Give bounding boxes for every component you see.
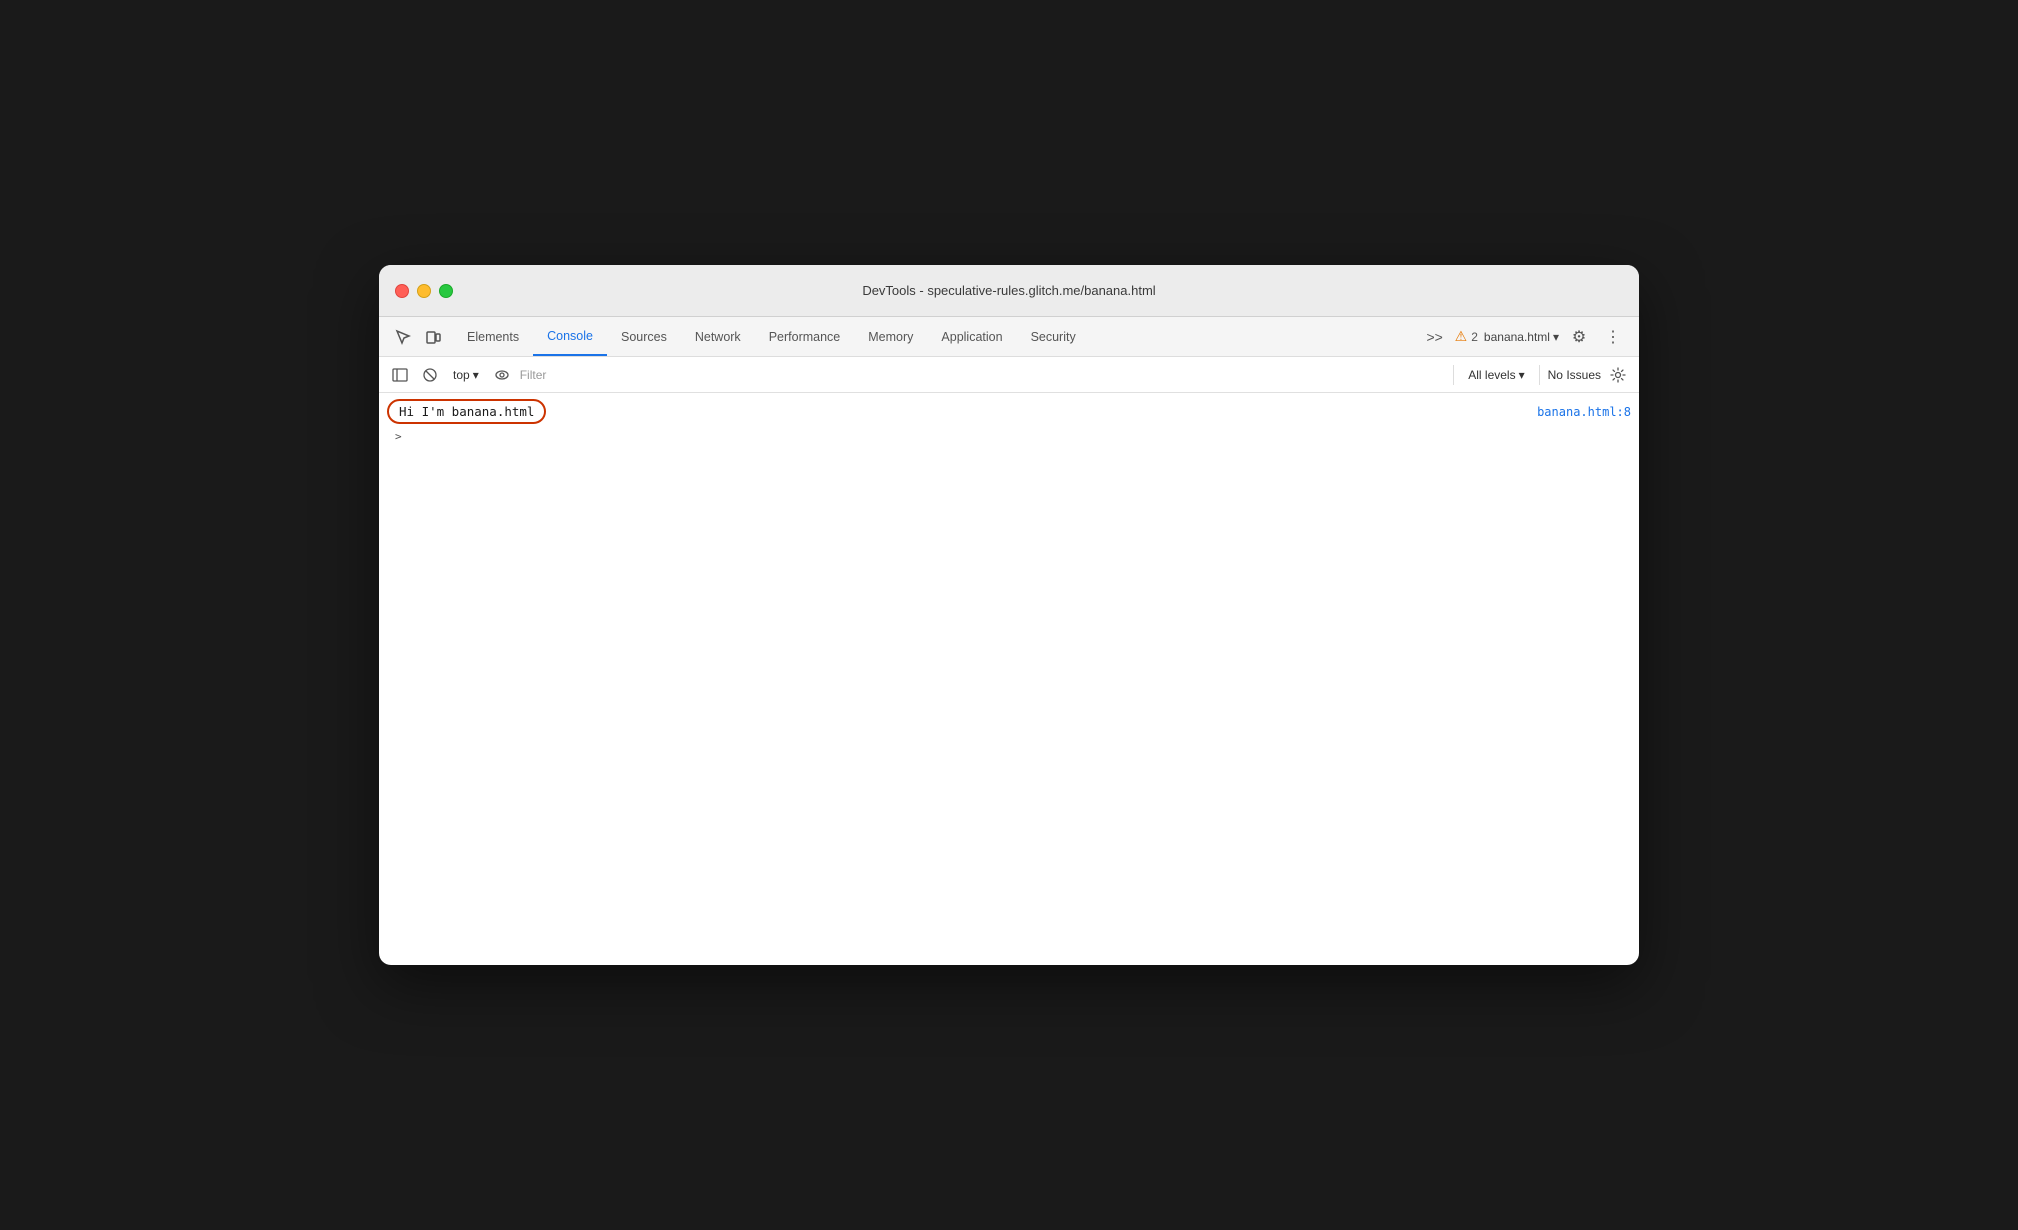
- context-arrow-icon: ▾: [473, 368, 479, 382]
- more-tabs-button[interactable]: >>: [1421, 323, 1449, 351]
- tab-performance[interactable]: Performance: [755, 317, 855, 356]
- console-source-link[interactable]: banana.html:8: [1537, 405, 1631, 419]
- console-body: Hi I'm banana.html banana.html:8 >: [379, 393, 1639, 965]
- tab-elements[interactable]: Elements: [453, 317, 533, 356]
- sidebar-toggle-button[interactable]: [387, 362, 413, 388]
- tab-application[interactable]: Application: [927, 317, 1016, 356]
- file-selector[interactable]: banana.html ▾: [1484, 330, 1559, 344]
- settings-button[interactable]: ⚙: [1565, 323, 1593, 351]
- device-toolbar-icon[interactable]: [419, 323, 447, 351]
- levels-arrow-icon: ▾: [1519, 368, 1525, 382]
- levels-selector[interactable]: All levels ▾: [1462, 366, 1530, 384]
- close-button[interactable]: [395, 284, 409, 298]
- no-issues-label: No Issues: [1548, 368, 1601, 382]
- console-settings-button[interactable]: [1605, 362, 1631, 388]
- warning-icon: ⚠: [1455, 328, 1468, 345]
- title-bar: DevTools - speculative-rules.glitch.me/b…: [379, 265, 1639, 317]
- toolbar-divider-2: [1539, 365, 1540, 385]
- inspect-element-icon[interactable]: [389, 323, 417, 351]
- console-toolbar: top ▾ All levels ▾ No Issues: [379, 357, 1639, 393]
- expand-row: >: [379, 426, 1639, 447]
- filter-input[interactable]: [520, 368, 1445, 382]
- window-title: DevTools - speculative-rules.glitch.me/b…: [862, 283, 1155, 298]
- toolbar-divider: [1453, 365, 1454, 385]
- devtools-window: DevTools - speculative-rules.glitch.me/b…: [379, 265, 1639, 965]
- more-vert-icon: ⋮: [1605, 327, 1621, 347]
- maximize-button[interactable]: [439, 284, 453, 298]
- console-log-text: Hi I'm banana.html: [387, 399, 546, 424]
- more-options-button[interactable]: ⋮: [1599, 323, 1627, 351]
- file-selector-arrow: ▾: [1553, 330, 1559, 344]
- settings-icon: ⚙: [1572, 327, 1586, 347]
- tab-bar: Elements Console Sources Network Perform…: [379, 317, 1639, 357]
- tabs: Elements Console Sources Network Perform…: [453, 317, 1413, 356]
- traffic-lights: [395, 284, 453, 298]
- console-message-row: Hi I'm banana.html banana.html:8: [379, 397, 1639, 426]
- tab-network[interactable]: Network: [681, 317, 755, 356]
- eye-icon-button[interactable]: [489, 362, 515, 388]
- filter-input-wrap[interactable]: [519, 362, 1446, 388]
- tab-icons: [383, 323, 453, 351]
- context-selector[interactable]: top ▾: [447, 366, 485, 384]
- tab-sources[interactable]: Sources: [607, 317, 681, 356]
- warning-badge[interactable]: ⚠ 2: [1455, 328, 1478, 345]
- tab-memory[interactable]: Memory: [854, 317, 927, 356]
- minimize-button[interactable]: [417, 284, 431, 298]
- tab-right-controls: >> ⚠ 2 banana.html ▾ ⚙ ⋮: [1413, 323, 1635, 351]
- expand-arrow[interactable]: >: [387, 428, 410, 445]
- tab-console[interactable]: Console: [533, 317, 607, 356]
- clear-console-button[interactable]: [417, 362, 443, 388]
- console-log-entry: Hi I'm banana.html banana.html:8: [387, 399, 1631, 424]
- tab-security[interactable]: Security: [1017, 317, 1090, 356]
